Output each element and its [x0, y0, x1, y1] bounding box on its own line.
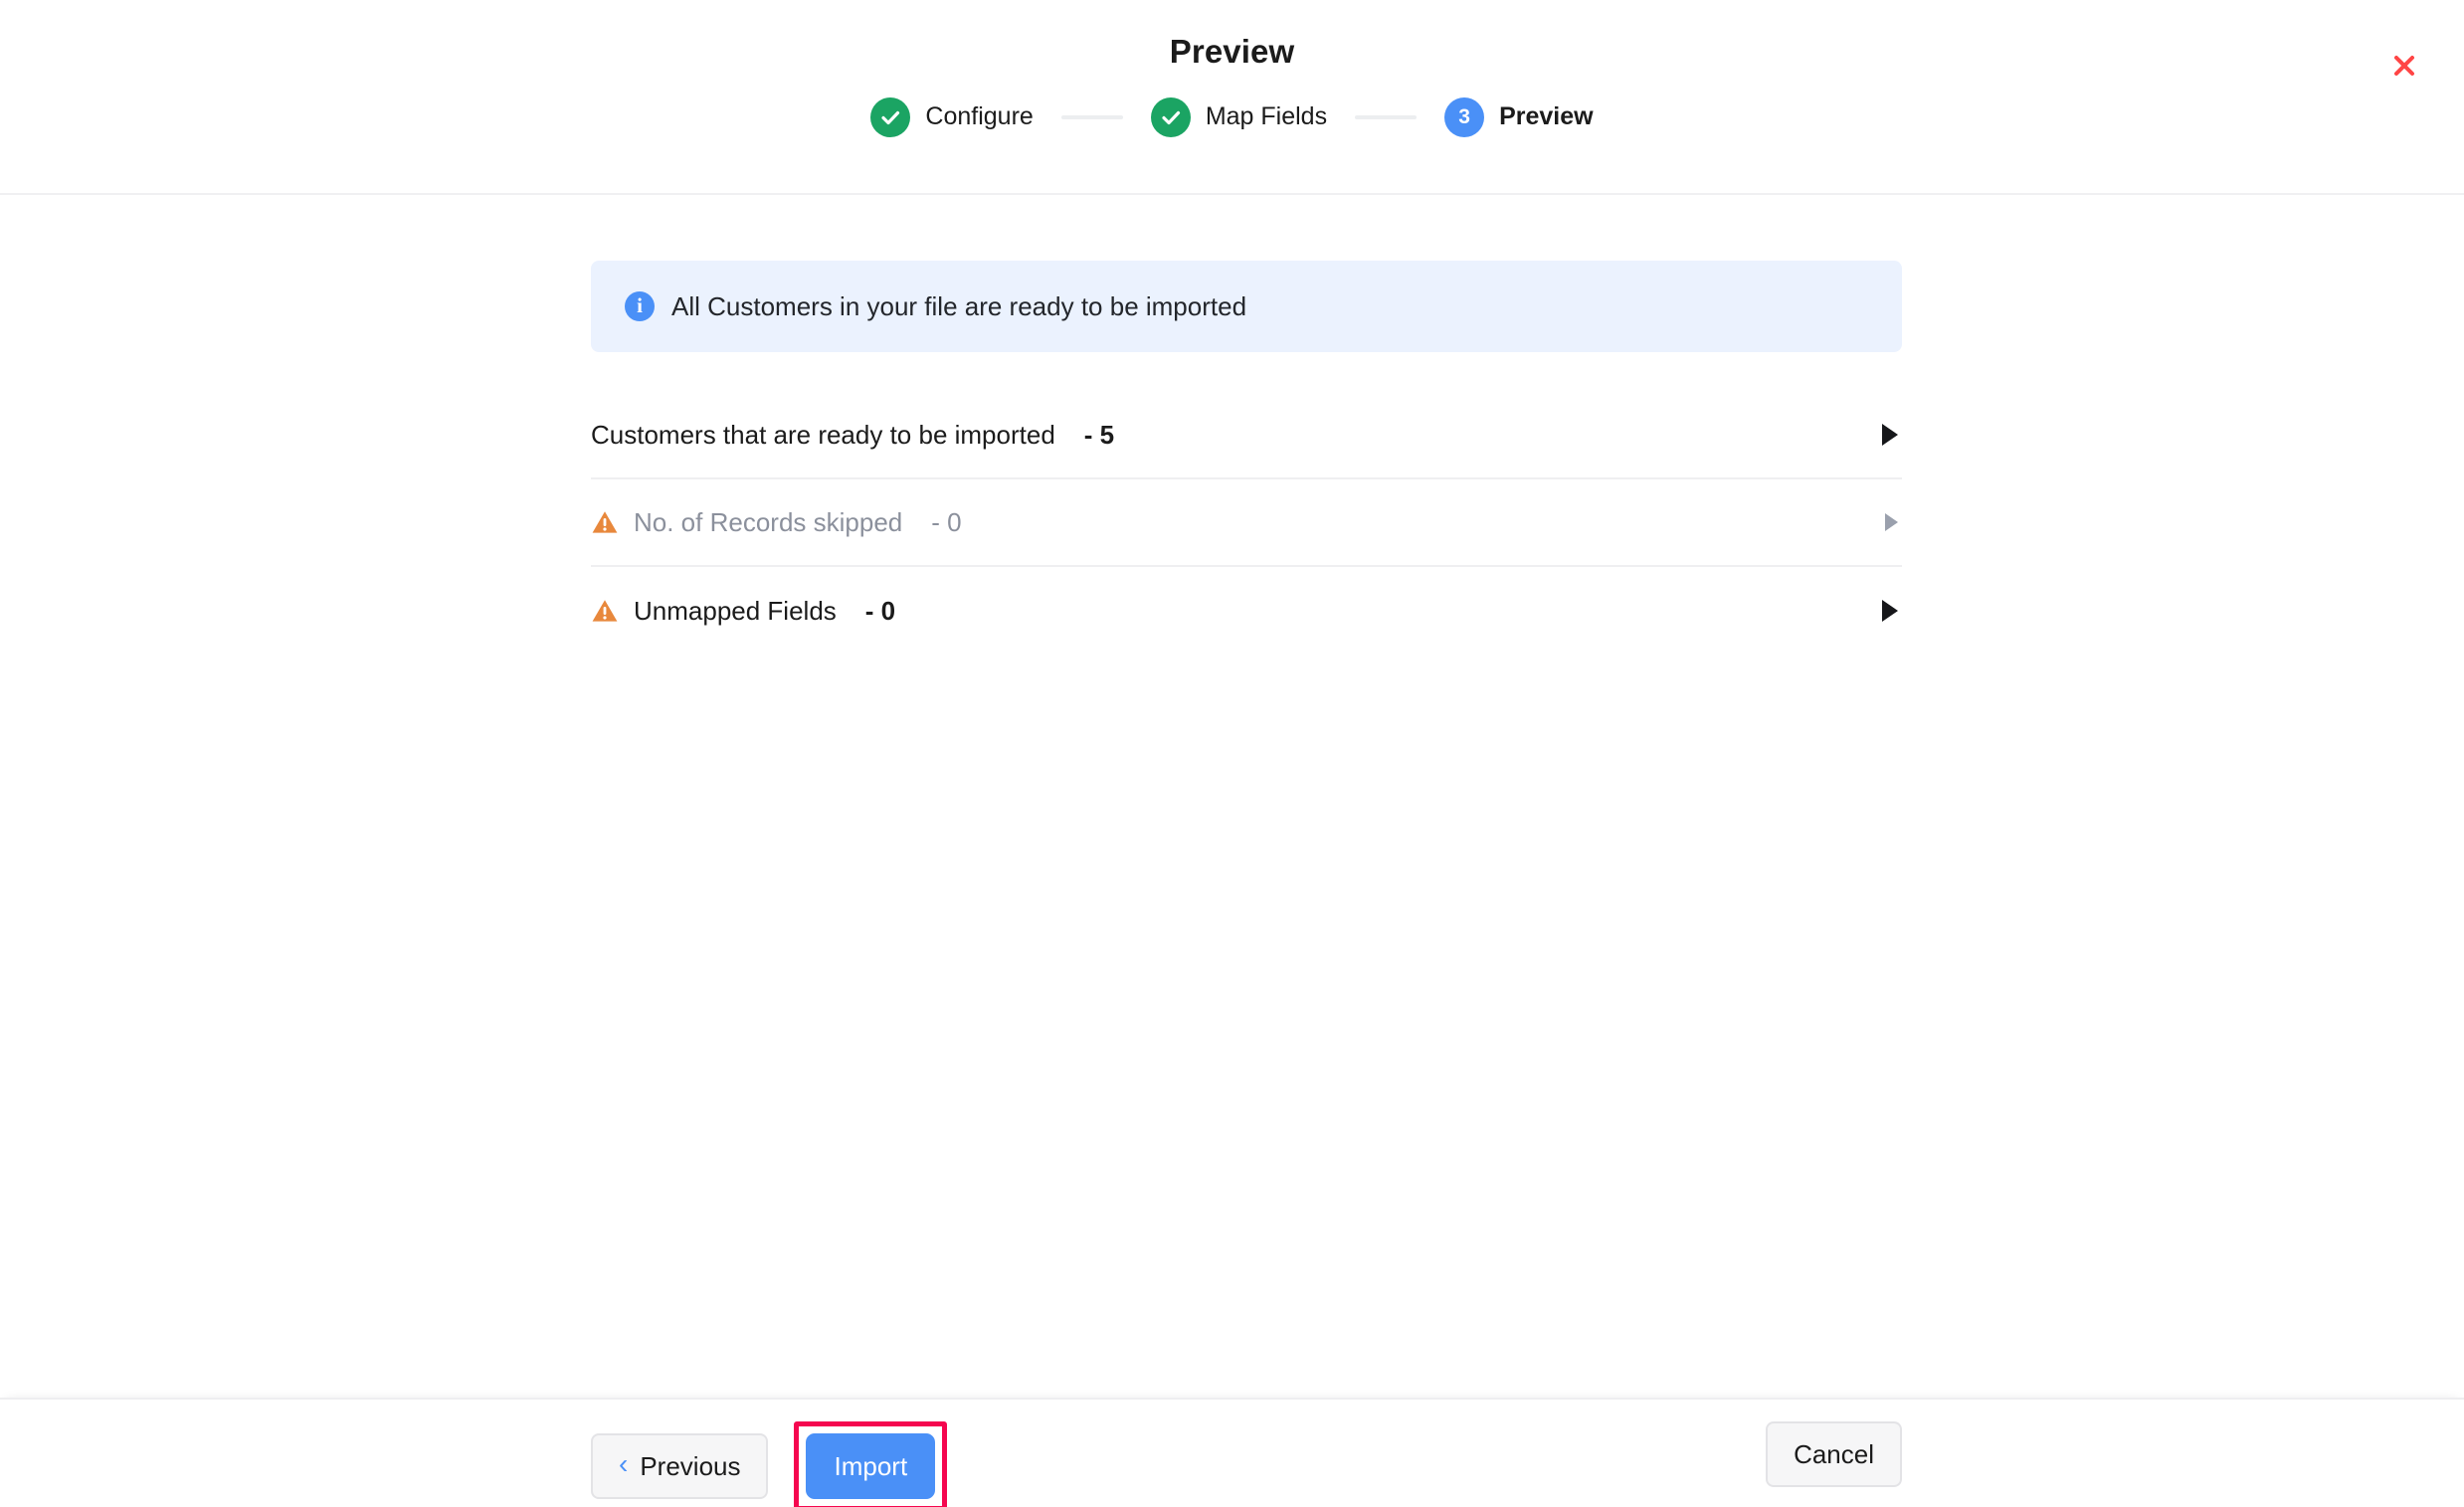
step-preview-label: Preview [1499, 102, 1594, 131]
cancel-button-label: Cancel [1794, 1438, 1874, 1469]
step-number: 3 [1458, 105, 1470, 129]
footer-right-actions: Cancel [1766, 1421, 1902, 1487]
summary-row-label: Customers that are ready to be imported [591, 419, 1055, 450]
summary-row-count: - 0 [931, 506, 962, 537]
summary-row-count: - 0 [864, 595, 896, 626]
check-circle-icon [1150, 96, 1191, 137]
import-button-highlight: Import [794, 1421, 948, 1507]
step-configure-label: Configure [925, 102, 1034, 131]
import-preview-modal: Preview Configure Map Fields 3 Preview i… [0, 0, 2464, 1507]
previous-button-label: Previous [640, 1450, 741, 1481]
summary-row-label: Unmapped Fields [634, 595, 837, 626]
step-number-badge: 3 [1444, 96, 1485, 137]
stepper: Configure Map Fields 3 Preview [0, 96, 2464, 137]
page-title: Preview [1169, 33, 1295, 70]
summary-row-left: Customers that are ready to be imported … [591, 420, 1882, 451]
previous-button[interactable]: ‹ Previous [591, 1433, 769, 1499]
footer-left-actions: ‹ Previous Import [591, 1421, 948, 1507]
warning-icon [591, 508, 619, 536]
modal-header: Preview Configure Map Fields 3 Preview [0, 0, 2464, 195]
summary-row-label: No. of Records skipped [634, 506, 903, 537]
step-preview[interactable]: 3 Preview [1444, 96, 1594, 137]
summary-row-skipped[interactable]: No. of Records skipped - 0 [591, 479, 1902, 567]
triangle-right-icon[interactable] [1882, 424, 1898, 446]
check-circle-icon [870, 96, 911, 137]
summary-row-unmapped[interactable]: Unmapped Fields - 0 [591, 567, 1902, 655]
info-glyph: i [637, 292, 643, 317]
info-icon: i [625, 291, 655, 321]
step-connector-2 [1355, 114, 1418, 119]
triangle-right-icon[interactable] [1885, 513, 1898, 531]
summary-row-left: Unmapped Fields - 0 [591, 596, 1882, 627]
step-configure[interactable]: Configure [870, 96, 1034, 137]
warning-icon [591, 597, 619, 625]
summary-row-count: - 5 [1083, 419, 1115, 450]
triangle-right-icon[interactable] [1882, 600, 1898, 622]
content-column: i All Customers in your file are ready t… [591, 261, 1902, 655]
summary-row-ready[interactable]: Customers that are ready to be imported … [591, 392, 1902, 479]
close-icon[interactable] [2384, 46, 2424, 86]
step-map-fields-label: Map Fields [1205, 102, 1328, 131]
summary-row-left: No. of Records skipped - 0 [591, 507, 1885, 538]
step-connector-1 [1060, 114, 1123, 119]
info-banner: i All Customers in your file are ready t… [591, 261, 1902, 352]
import-button[interactable]: Import [806, 1433, 936, 1499]
modal-body: i All Customers in your file are ready t… [0, 195, 2464, 1398]
cancel-button[interactable]: Cancel [1766, 1421, 1902, 1487]
chevron-left-icon: ‹ [619, 1448, 629, 1479]
info-banner-text: All Customers in your file are ready to … [671, 290, 1247, 321]
step-map-fields[interactable]: Map Fields [1150, 96, 1328, 137]
summary-list: Customers that are ready to be imported … [591, 392, 1902, 655]
modal-footer: ‹ Previous Import Cancel [0, 1398, 2464, 1507]
